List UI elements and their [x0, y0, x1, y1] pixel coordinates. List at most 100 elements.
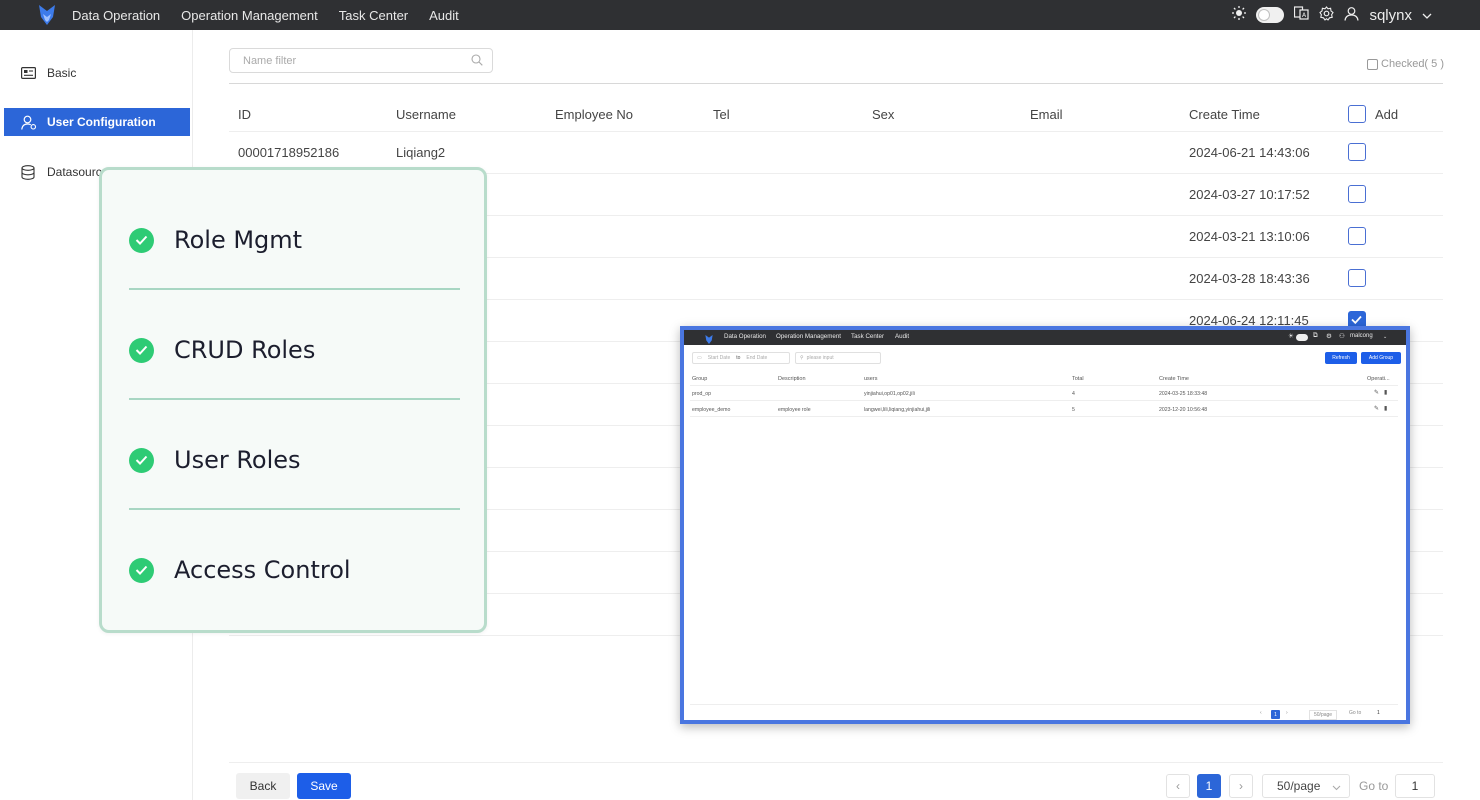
goto-label: Go to	[1359, 779, 1389, 793]
select-all-checkbox[interactable]	[1348, 105, 1366, 123]
embedded-cell-description: employee role	[778, 407, 811, 413]
sun-icon	[1232, 6, 1247, 24]
feature-item: Role Mgmt	[129, 226, 302, 254]
row-divider	[229, 131, 1443, 132]
embedded-current-page: 1	[1271, 710, 1280, 719]
column-header-id: ID	[238, 107, 251, 122]
embedded-goto-label: Go to	[1349, 710, 1362, 716]
filter-placeholder: Name filter	[243, 54, 297, 67]
search-icon[interactable]	[471, 54, 483, 69]
user-name[interactable]: sqlynx	[1369, 7, 1412, 24]
embedded-search-placeholder: please input	[806, 355, 834, 361]
embedded-column-description: Description	[778, 376, 806, 382]
checked-checkbox[interactable]	[1367, 58, 1379, 70]
feature-item: Access Control	[129, 556, 351, 584]
check-circle-icon	[129, 447, 154, 473]
nav-operation-management[interactable]: Operation Management	[181, 8, 318, 23]
feature-divider	[129, 288, 460, 290]
gear-icon[interactable]	[1319, 5, 1335, 25]
cell-create-time: 2024-03-21 13:10:06	[1189, 229, 1310, 244]
embedded-cell-create-time: 2024-03-25 18:33:48	[1159, 391, 1208, 397]
embedded-user-icon: ⚇	[1339, 333, 1345, 340]
embedded-search-icon: ⚲	[800, 355, 804, 361]
sidebar-item-label: User Configuration	[47, 115, 156, 129]
embedded-start-date: Start Date	[707, 355, 731, 361]
embedded-nav-operation-management: Operation Management	[776, 333, 842, 340]
feature-item: CRUD Roles	[129, 336, 315, 364]
cell-create-time: 2024-03-28 18:43:36	[1189, 271, 1310, 286]
row-add-checkbox[interactable]	[1348, 269, 1366, 287]
column-header-tel: Tel	[713, 107, 730, 122]
embedded-cell-total: 5	[1072, 407, 1075, 413]
embedded-column-group: Group	[692, 376, 708, 382]
nav-audit[interactable]: Audit	[429, 8, 459, 23]
embedded-screenshot: Data Operation Operation Management Task…	[680, 326, 1410, 724]
feature-label: User Roles	[174, 446, 301, 474]
cell-create-time: 2024-06-21 14:43:06	[1189, 145, 1310, 160]
embedded-cell-users: yinjiahui,op01,op02,jili	[864, 391, 915, 397]
embedded-cell-create-time: 2023-12-20 10:56:48	[1159, 407, 1208, 413]
current-page-button[interactable]: 1	[1197, 774, 1221, 798]
top-right-tools: A sqlynx	[1232, 0, 1432, 30]
column-header-add: Add	[1375, 107, 1399, 122]
embedded-cell-group: prod_op	[692, 391, 712, 397]
page-size-value: 50/page	[1277, 779, 1321, 793]
checked-filter[interactable]: Checked( 5 )	[1367, 58, 1444, 70]
goto-page-input[interactable]: 1	[1395, 774, 1435, 798]
embedded-cell-users: langwei,lili,liqiang,yinjiahui,jili	[864, 407, 931, 413]
embedded-trash-icon: ▮	[1384, 390, 1388, 396]
embedded-edit-icon: ✎	[1374, 390, 1380, 396]
sidebar-item-basic[interactable]: Basic	[4, 59, 190, 87]
top-nav-bar: Data Operation Operation Management Task…	[0, 0, 1480, 30]
embedded-to-label: to	[736, 355, 741, 361]
embedded-column-users: users	[864, 376, 878, 382]
embedded-user-name: malcong	[1350, 333, 1373, 339]
name-filter-input[interactable]: Name filter	[229, 48, 493, 73]
user-icon	[21, 115, 37, 130]
page-size-select[interactable]: 50/page	[1262, 774, 1350, 798]
embedded-row-divider	[690, 400, 1398, 401]
embedded-page-size: 50/page	[1309, 710, 1338, 720]
column-header-sex: Sex	[872, 107, 895, 122]
toggle-knob	[1258, 9, 1271, 21]
embedded-row-divider	[690, 416, 1398, 417]
id-card-icon	[21, 66, 37, 80]
user-avatar-icon[interactable]	[1344, 6, 1360, 25]
prev-page-button[interactable]: ‹	[1166, 774, 1190, 798]
toolbar-divider	[229, 83, 1443, 84]
nav-data-operation[interactable]: Data Operation	[72, 8, 160, 23]
save-button[interactable]: Save	[297, 773, 351, 799]
embedded-column-operation: Operati...	[1367, 376, 1390, 382]
row-add-checkbox[interactable]	[1348, 185, 1366, 203]
row-add-checkbox[interactable]	[1348, 143, 1366, 161]
nav-task-center[interactable]: Task Center	[339, 8, 408, 23]
sidebar-item-user-configuration[interactable]: User Configuration	[4, 108, 190, 136]
theme-toggle[interactable]	[1256, 7, 1285, 23]
feature-label: Role Mgmt	[174, 226, 303, 254]
chevron-down-icon[interactable]	[1422, 7, 1432, 24]
check-icon	[1351, 315, 1362, 325]
embedded-edit-icon: ✎	[1374, 406, 1380, 412]
embedded-prev-page: ‹	[1260, 710, 1262, 716]
footer-divider	[229, 762, 1443, 763]
embedded-search-input: ⚲ please input	[795, 352, 881, 364]
column-header-employee-no: Employee No	[555, 107, 634, 122]
next-page-button[interactable]: ›	[1229, 774, 1253, 798]
back-button[interactable]: Back	[236, 773, 290, 799]
cell-username: Liqiang2	[396, 145, 446, 160]
app-logo-icon	[704, 332, 714, 350]
embedded-theme-toggle	[1296, 334, 1308, 341]
check-circle-icon	[129, 337, 154, 363]
embedded-cell-group: employee_demo	[692, 407, 731, 413]
embedded-chevron-down-icon: ⌄	[1383, 334, 1388, 340]
embedded-cell-total: 4	[1072, 391, 1075, 397]
translate-icon[interactable]: A	[1294, 6, 1310, 24]
embedded-add-group-button: Add Group	[1361, 352, 1401, 364]
feature-card: Role Mgmt CRUD Roles User Roles Access C…	[99, 167, 487, 633]
row-add-checkbox[interactable]	[1348, 227, 1366, 245]
check-circle-icon	[129, 557, 154, 583]
embedded-goto-value: 1	[1377, 710, 1380, 716]
embedded-row-divider	[690, 385, 1398, 386]
embedded-nav-data-operation: Data Operation	[724, 333, 766, 340]
app-logo-icon[interactable]	[30, 2, 64, 28]
